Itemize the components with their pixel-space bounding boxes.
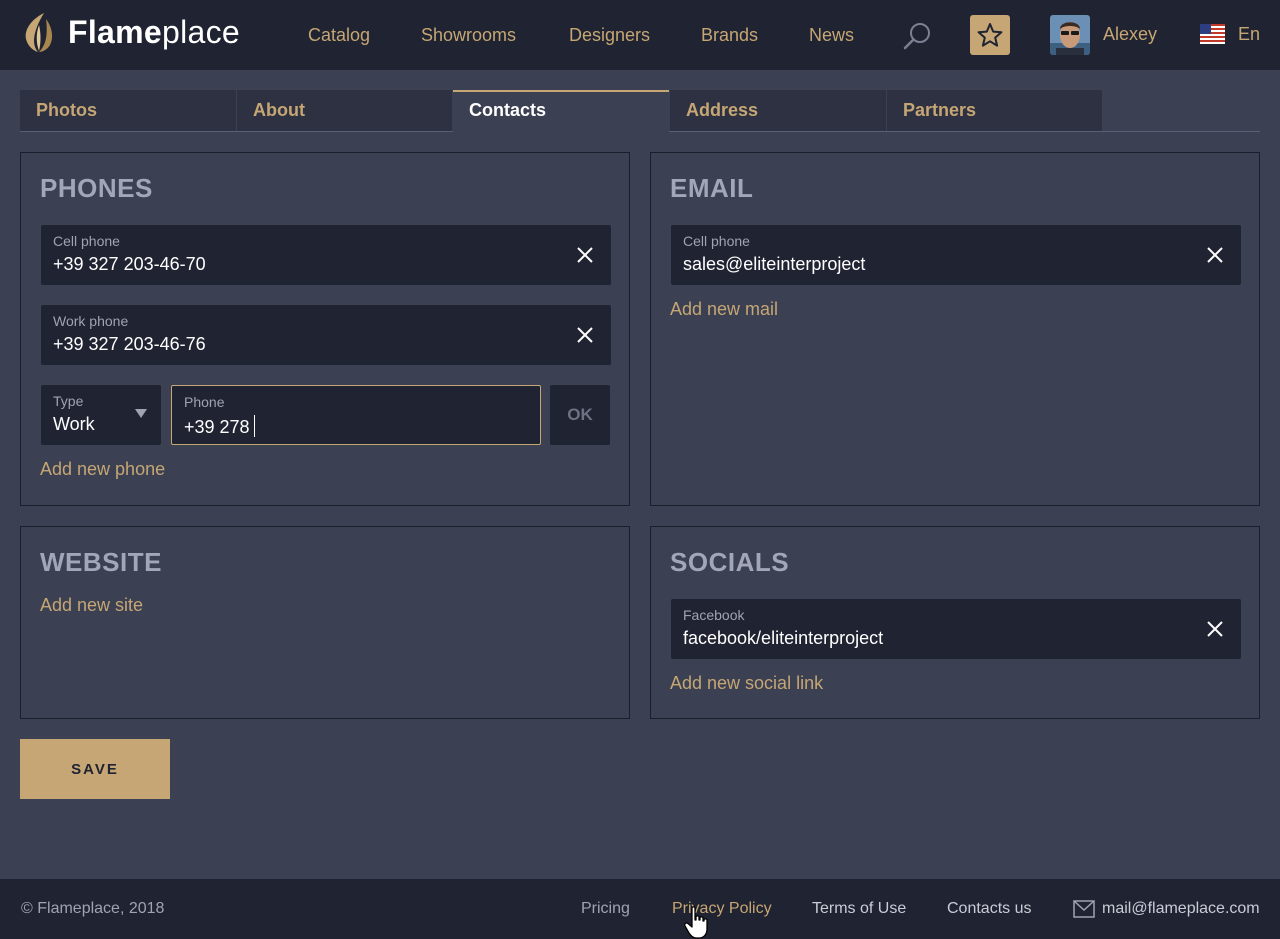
footer-link-pricing[interactable]: Pricing (581, 900, 630, 918)
cell-phone-field[interactable]: Cell phone +39 327 203-46-70 (41, 225, 611, 285)
tab-contacts[interactable]: Contacts (453, 90, 669, 132)
avatar-image (1050, 15, 1090, 55)
field-value: Work (53, 414, 95, 434)
us-flag-icon[interactable] (1200, 24, 1225, 44)
field-label: Work phone (53, 313, 129, 329)
hand-pointer-icon (684, 906, 708, 939)
field-label: Cell phone (53, 233, 120, 249)
email-title: EMAIL (670, 173, 754, 203)
nav-news[interactable]: News (809, 25, 854, 46)
text-caret (253, 415, 255, 437)
footer-link-contacts[interactable]: Contacts us (947, 900, 1031, 918)
phone-input[interactable]: Phone +39 278 (171, 385, 541, 445)
chevron-down-icon (135, 409, 147, 418)
footer: © Flameplace, 2018 Pricing Privacy Polic… (0, 879, 1280, 939)
copyright: © Flameplace, 2018 (21, 900, 165, 917)
tab-photos[interactable]: Photos (20, 90, 236, 131)
phones-title: PHONES (40, 173, 153, 203)
email-panel: EMAIL Cell phone sales@eliteinterproject… (650, 152, 1260, 506)
field-label: Cell phone (683, 233, 750, 249)
tab-bar: Photos About Contacts Address Partners (20, 90, 1260, 132)
logo[interactable]: Flameplace (22, 10, 240, 54)
field-value[interactable]: +39 327 203-46-70 (53, 254, 206, 275)
mail-icon (1073, 900, 1095, 918)
star-icon (977, 23, 1003, 47)
socials-panel: SOCIALS Facebook facebook/eliteinterproj… (650, 526, 1260, 719)
website-panel: WEBSITE Add new site (20, 526, 630, 719)
work-phone-field[interactable]: Work phone +39 327 203-46-76 (41, 305, 611, 365)
add-mail-link[interactable]: Add new mail (670, 299, 778, 320)
field-value[interactable]: sales@eliteinterproject (683, 254, 865, 275)
footer-link-terms[interactable]: Terms of Use (812, 900, 906, 918)
ok-button[interactable]: OK (550, 385, 610, 445)
add-site-link[interactable]: Add new site (40, 595, 143, 616)
flame-logo-icon (25, 13, 53, 52)
language-selector[interactable]: En (1238, 24, 1260, 45)
avatar[interactable] (1050, 15, 1090, 55)
field-label: Facebook (683, 607, 745, 623)
website-title: WEBSITE (40, 547, 162, 577)
search-icon (903, 23, 930, 50)
nav-brands[interactable]: Brands (701, 25, 758, 46)
phone-type-select[interactable]: Type Work (41, 385, 161, 445)
user-name[interactable]: Alexey (1103, 24, 1157, 45)
tab-address[interactable]: Address (670, 90, 886, 131)
field-value[interactable]: +39 278 (184, 415, 255, 438)
facebook-field[interactable]: Facebook facebook/eliteinterproject (671, 599, 1241, 659)
close-icon[interactable] (1205, 245, 1225, 265)
phones-panel: PHONES Cell phone +39 327 203-46-70 Work… (20, 152, 630, 506)
add-phone-link[interactable]: Add new phone (40, 459, 165, 480)
add-social-link[interactable]: Add new social link (670, 673, 823, 694)
email-field[interactable]: Cell phone sales@eliteinterproject (671, 225, 1241, 285)
tab-partners[interactable]: Partners (886, 90, 1102, 131)
field-value[interactable]: +39 327 203-46-76 (53, 334, 206, 355)
save-button[interactable]: SAVE (20, 739, 170, 799)
nav-designers[interactable]: Designers (569, 25, 650, 46)
tab-about[interactable]: About (236, 90, 452, 131)
close-icon[interactable] (575, 325, 595, 345)
footer-email-link[interactable]: mail@flameplace.com (1102, 900, 1260, 918)
close-icon[interactable] (1205, 619, 1225, 639)
nav-catalog[interactable]: Catalog (308, 25, 370, 46)
favorites-button[interactable] (970, 15, 1010, 55)
nav-showrooms[interactable]: Showrooms (421, 25, 516, 46)
field-value[interactable]: facebook/eliteinterproject (683, 628, 883, 649)
top-header: Flameplace Catalog Showrooms Designers B… (0, 0, 1280, 70)
logo-text: Flameplace (68, 13, 240, 50)
field-label: Type (53, 393, 84, 409)
socials-title: SOCIALS (670, 547, 790, 577)
search-button[interactable] (902, 20, 934, 52)
close-icon[interactable] (575, 245, 595, 265)
field-label: Phone (184, 394, 225, 410)
